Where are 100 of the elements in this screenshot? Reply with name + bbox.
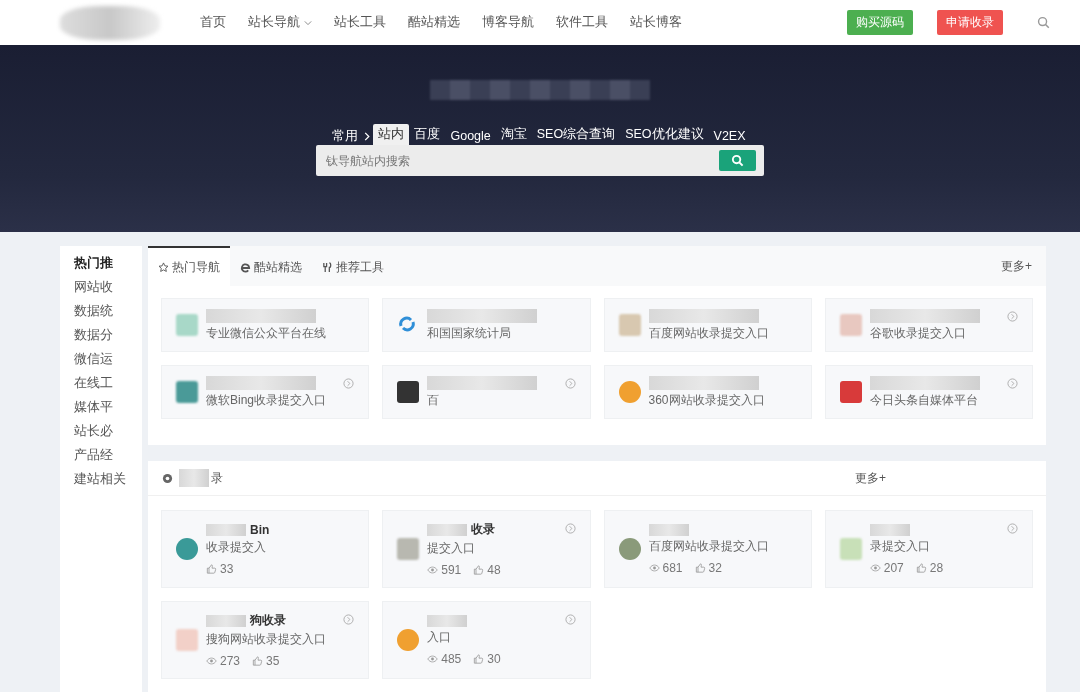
blurred-title (427, 614, 468, 627)
site-card[interactable]: 谷歌收录提交入口 (824, 298, 1033, 352)
chevron-icon (364, 132, 371, 141)
blurred-title (427, 523, 468, 536)
view-count: 485 (441, 651, 462, 666)
site-description: 百 (427, 391, 441, 409)
category-tab[interactable]: 酷站精选 (230, 246, 312, 286)
search-tab[interactable]: V2EX (708, 127, 751, 145)
nav-link[interactable]: 站长导航 (248, 14, 312, 31)
nav-link[interactable]: 软件工具 (556, 14, 608, 31)
category-tab[interactable]: 热门导航 (148, 246, 230, 286)
arrow-right-icon[interactable] (564, 614, 576, 625)
sidebar-item[interactable]: 微信运 (60, 348, 152, 372)
like-count: 32 (708, 560, 722, 575)
search-group-label: 常用 (331, 128, 360, 145)
eye-icon (648, 562, 660, 573)
site-card[interactable]: 百度网站收录提交入口 681 32 (603, 510, 812, 588)
category-tab[interactable]: 推荐工具 (312, 246, 394, 286)
search-icon (731, 154, 744, 167)
search-tab[interactable]: 淘宝 (495, 124, 532, 145)
site-card[interactable]: 和国国家统计局 (382, 298, 591, 352)
cutlery-icon (322, 261, 333, 273)
thumbs-up-icon (473, 565, 485, 575)
arrow-right-icon[interactable] (343, 614, 355, 625)
thumbs-up-icon (915, 562, 927, 573)
more-link[interactable]: 更多+ (1001, 257, 1032, 275)
sidebar-item[interactable]: 数据统 (60, 300, 152, 324)
search-tab[interactable]: 站内 (373, 124, 410, 145)
blurred-title (206, 614, 246, 627)
site-card[interactable]: 狗收录 搜狗网站收录提交入口 273 35 (161, 601, 370, 679)
like-count: 28 (929, 560, 944, 575)
sidebar-item[interactable]: 数据分 (60, 324, 152, 348)
site-description: 提交入口 (427, 540, 477, 557)
search-tab[interactable]: SEO优化建议 (620, 124, 709, 145)
blurred-title (206, 523, 246, 536)
site-description: 百度网站收录提交入口 (648, 324, 769, 342)
view-count: 681 (662, 560, 683, 575)
site-card[interactable]: 专业微信公众平台在线 (161, 298, 370, 352)
eye-icon (427, 653, 439, 664)
blurred-title (869, 523, 910, 536)
site-description: 入口 (427, 628, 453, 646)
site-description: 微软Bing收录提交入口 (206, 391, 327, 409)
site-card[interactable]: 360网站收录提交入口 (603, 365, 812, 419)
site-card[interactable]: 今日头条自媒体平台 (824, 365, 1033, 419)
arrow-right-icon[interactable] (564, 523, 576, 534)
blurred-title (648, 523, 689, 536)
site-card[interactable]: Bin 收录提交入 33 (161, 510, 370, 588)
nav-link[interactable]: 站长博客 (630, 14, 682, 31)
sidebar-item[interactable]: 产品经 (60, 444, 152, 468)
like-count: 35 (266, 654, 280, 668)
site-description: 百度网站收录提交入口 (648, 537, 769, 555)
sidebar-item[interactable]: 媒体平 (60, 396, 152, 420)
eye-icon (427, 565, 439, 575)
view-count: 591 (441, 563, 462, 577)
site-description: 收录提交入 (206, 538, 267, 556)
search-bar[interactable]: 钛导航站内搜索 (316, 145, 764, 176)
search-tab[interactable]: Google (445, 127, 496, 145)
sidebar-item[interactable]: 在线工 (60, 372, 152, 396)
nav-link[interactable]: 博客导航 (482, 14, 534, 31)
sidebar-item[interactable]: 站长必 (60, 420, 152, 444)
site-card[interactable]: 微软Bing收录提交入口 (161, 365, 370, 419)
site-card[interactable]: 百度网站收录提交入口 (603, 298, 812, 352)
sidebar-item[interactable]: 建站相关 (60, 468, 152, 492)
site-description: 360网站收录提交入口 (648, 391, 765, 409)
thumbs-up-icon (694, 562, 706, 573)
site-card[interactable]: 录提交入口 207 28 (824, 510, 1033, 588)
thumbs-up-icon (473, 653, 485, 664)
search-tab[interactable]: 百度 (409, 124, 446, 145)
search-button[interactable] (719, 150, 756, 171)
section-title: 录 (211, 469, 223, 487)
blurred-title (179, 469, 209, 487)
like-count: 30 (487, 651, 501, 666)
site-description: 搜狗网站收录提交入口 (206, 631, 326, 648)
view-count: 273 (220, 654, 241, 668)
arrow-right-icon[interactable] (1007, 523, 1018, 534)
nav-link[interactable]: 站长工具 (334, 14, 386, 31)
star-icon (158, 261, 169, 273)
site-card[interactable]: 收录 提交入口 591 48 (382, 510, 591, 588)
site-description: 专业微信公众平台在线 (206, 324, 326, 342)
nav-link[interactable]: 酷站精选 (408, 14, 460, 31)
like-count: 33 (220, 561, 234, 576)
view-count: 207 (883, 560, 904, 575)
search-field[interactable]: 钛导航站内搜索 (324, 152, 719, 169)
search-icon[interactable] (1037, 16, 1050, 29)
more-link[interactable]: 更多+ (855, 469, 886, 487)
site-description: 和国国家统计局 (427, 324, 513, 342)
arrow-right-icon[interactable] (1007, 378, 1018, 389)
arrow-right-icon[interactable] (1007, 311, 1018, 322)
site-card[interactable]: 百 (382, 365, 591, 419)
nav-link[interactable]: 首页 (200, 14, 226, 31)
site-title: Bin (250, 522, 270, 537)
eye-icon (869, 562, 881, 573)
site-card[interactable]: 入口 485 30 (382, 601, 591, 679)
arrow-right-icon[interactable] (343, 378, 355, 389)
search-tab[interactable]: SEO综合查询 (531, 124, 621, 145)
site-description: 谷歌收录提交入口 (869, 324, 967, 342)
site-description: 录提交入口 (869, 537, 931, 555)
site-title: 狗收录 (250, 612, 286, 629)
browser-icon (240, 261, 251, 273)
arrow-right-icon[interactable] (564, 378, 576, 389)
